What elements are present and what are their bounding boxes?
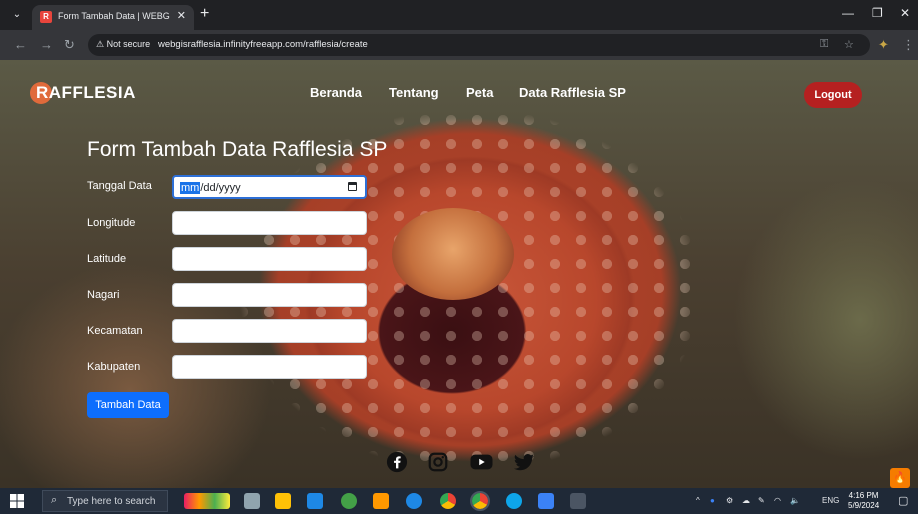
search-icon: ⌕ [51,494,58,506]
restore-icon[interactable]: ❐ [872,6,883,20]
telegram-icon[interactable] [406,493,422,509]
windows-taskbar: ⌕ Type here to search ^ ● ⚙ ☁ ✎ ◠ 🔈 ENG … [0,488,918,514]
not-secure-indicator[interactable]: ⚠ Not secure [96,39,150,50]
browser-tab[interactable]: R Form Tambah Data | WEBGIS R... ✕ [32,5,194,30]
date-input[interactable]: mm/dd/yyyy [172,175,367,199]
qgis-icon[interactable] [341,493,357,509]
edge-icon[interactable] [506,493,522,509]
language-indicator[interactable]: ENG [822,496,839,505]
back-arrow-icon[interactable]: ← [14,37,27,52]
date-input-rest: /dd/yyyy [200,182,241,194]
form-title: Form Tambah Data Rafflesia SP [87,138,388,161]
tray-chevron-icon[interactable]: ^ [696,496,700,505]
longitude-input[interactable] [172,211,367,235]
nav-beranda[interactable]: Beranda [310,85,362,100]
kabupaten-input[interactable] [172,355,367,379]
tambah-data-button[interactable]: Tambah Data [87,392,169,418]
label-kecamatan: Kecamatan [87,325,143,337]
calendar-icon[interactable] [348,182,357,191]
rafflesia-center [392,208,514,300]
instagram-icon[interactable] [427,451,449,473]
key-icon[interactable]: ⚿ [820,38,828,51]
page-viewport: RAFFLESIA Beranda Tentang Peta Data Raff… [0,60,918,488]
youtube-icon[interactable] [469,451,494,473]
chrome-icon[interactable] [440,493,456,509]
volume-icon[interactable]: 🔈 [790,496,800,505]
latitude-input[interactable] [172,247,367,271]
nav-data-rafflesia[interactable]: Data Rafflesia SP [519,85,626,100]
kecamatan-input[interactable] [172,319,367,343]
notifications-icon[interactable]: ▢ [898,494,908,507]
label-tanggal-data: Tanggal Data [87,180,152,192]
logout-button[interactable]: Logout [804,82,862,108]
photos-icon[interactable] [538,493,554,509]
label-longitude: Longitude [87,217,136,229]
taskbar-search-placeholder: Type here to search [67,496,156,507]
url-text[interactable]: webgisrafflesia.infinityfreeapp.com/raff… [158,39,368,50]
site-favicon-icon: R [40,11,52,23]
minimize-icon[interactable]: — [842,6,854,20]
vscode-icon[interactable] [307,493,323,509]
new-tab-plus-icon[interactable]: + [200,5,209,23]
label-kabupaten: Kabupaten [87,361,141,373]
clock-date: 5/9/2024 [848,501,880,510]
clock-time: 4:16 PM [848,491,879,500]
nav-peta[interactable]: Peta [466,85,493,100]
app-orange-icon[interactable] [373,493,389,509]
browser-tab-bar: ⌄ R Form Tambah Data | WEBGIS R... ✕ + —… [0,0,918,30]
tulips-widget-icon[interactable] [184,493,230,509]
pen-app-icon[interactable] [570,493,586,509]
windows-start-icon[interactable] [10,494,24,508]
nagari-input[interactable] [172,283,367,307]
flame-widget-icon[interactable]: 🔥 [890,468,910,488]
not-secure-label: Not secure [106,39,151,49]
label-nagari: Nagari [87,289,120,301]
pen-tray-icon[interactable]: ✎ [758,496,765,505]
address-toolbar: ← → ↻ ⚠ Not secure webgisrafflesia.infin… [0,30,918,60]
date-input-month-segment: mm [180,182,201,194]
facebook-icon[interactable] [386,451,408,473]
file-explorer-icon[interactable] [275,493,291,509]
network-share-icon[interactable]: ⚙ [726,496,733,505]
close-window-icon[interactable]: ✕ [900,6,910,20]
reload-icon[interactable]: ↻ [64,37,75,53]
nav-tentang[interactable]: Tentang [389,85,439,100]
extension-icon[interactable]: ✦ [878,37,889,53]
forward-arrow-icon[interactable]: → [40,37,53,52]
taskbar-search-box[interactable]: ⌕ Type here to search [42,490,168,512]
tab-title: Form Tambah Data | WEBGIS R... [58,11,170,21]
twitter-icon[interactable] [512,451,536,473]
menu-kebab-icon[interactable]: ⋮ [902,37,915,53]
taskbar-clock[interactable]: 4:16 PM 5/9/2024 [848,491,879,511]
omnibox[interactable]: ⚠ Not secure webgisrafflesia.infinityfre… [88,34,870,56]
wifi-icon[interactable]: ◠ [774,496,781,505]
label-latitude: Latitude [87,253,127,265]
task-view-icon[interactable] [244,493,260,509]
bluetooth-icon[interactable]: ● [710,496,715,505]
bookmark-star-icon[interactable]: ☆ [844,38,854,51]
chrome-active-icon[interactable] [470,491,490,511]
cloud-icon[interactable]: ☁ [742,496,750,505]
close-tab-icon[interactable]: ✕ [177,9,186,22]
brand-logo[interactable]: RAFFLESIA [36,83,136,103]
tab-search-chevron-icon[interactable]: ⌄ [8,6,26,24]
